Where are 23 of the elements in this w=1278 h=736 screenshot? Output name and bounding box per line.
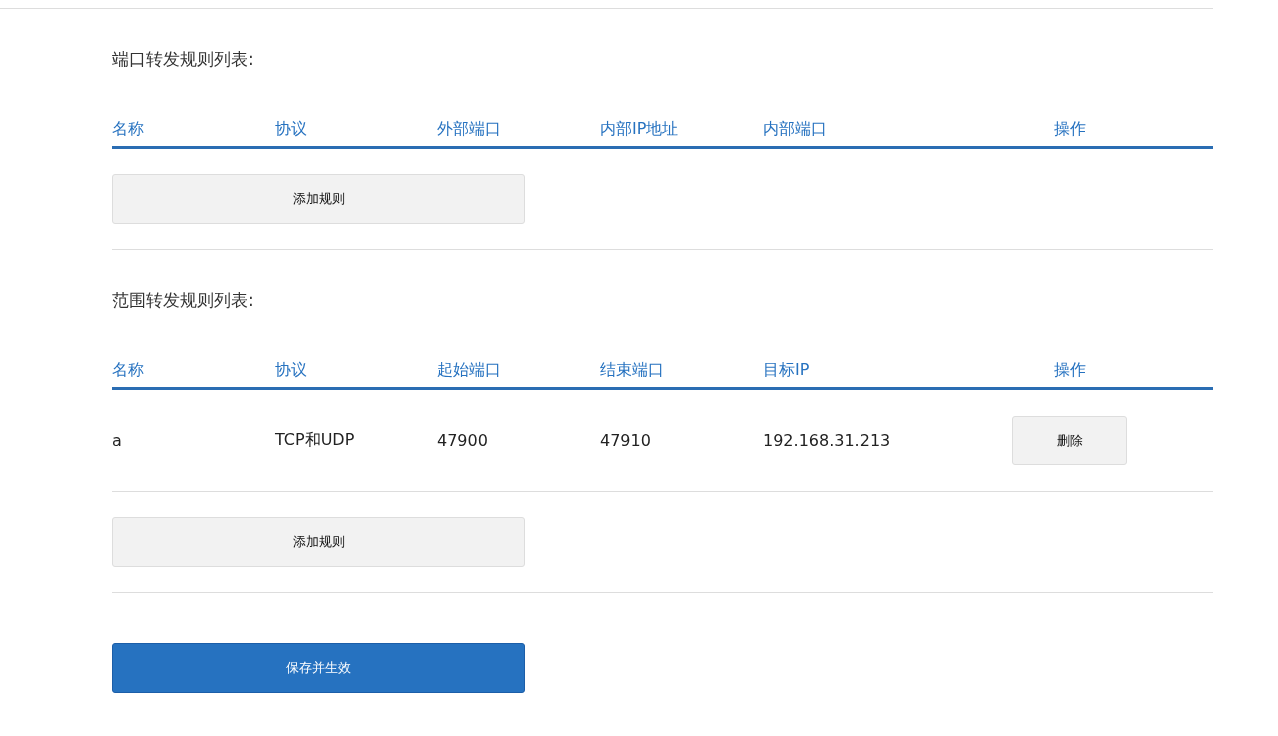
add-rule-button[interactable]: 添加规则 (112, 517, 525, 567)
column-header: 内部端口 (763, 117, 828, 140)
column-header: 目标IP (763, 358, 811, 381)
column-header: 内部IP地址 (600, 117, 680, 140)
table-cell-text: 47910 (600, 431, 652, 450)
column-header: 操作 (1052, 358, 1087, 381)
section-title: 端口转发规则列表: (112, 48, 255, 71)
add-rule-button[interactable]: 添加规则 (112, 174, 525, 224)
table-cell-text: a (112, 431, 123, 450)
column-header: 协议 (275, 358, 308, 381)
table-cell-text: 47900 (437, 431, 489, 450)
column-header: 协议 (275, 117, 308, 140)
save-button[interactable]: 保存并生效 (112, 643, 525, 693)
table-cell-text: 192.168.31.213 (763, 431, 892, 450)
delete-button[interactable]: 删除 (1012, 416, 1127, 465)
column-header: 起始端口 (437, 358, 502, 381)
column-header: 操作 (1052, 117, 1087, 140)
column-header: 名称 (112, 358, 145, 381)
column-header: 结束端口 (600, 358, 665, 381)
column-header: 名称 (112, 117, 145, 140)
section-title: 范围转发规则列表: (112, 289, 255, 312)
column-header: 外部端口 (437, 117, 502, 140)
table-cell-text: TCP和UDP (275, 430, 356, 451)
